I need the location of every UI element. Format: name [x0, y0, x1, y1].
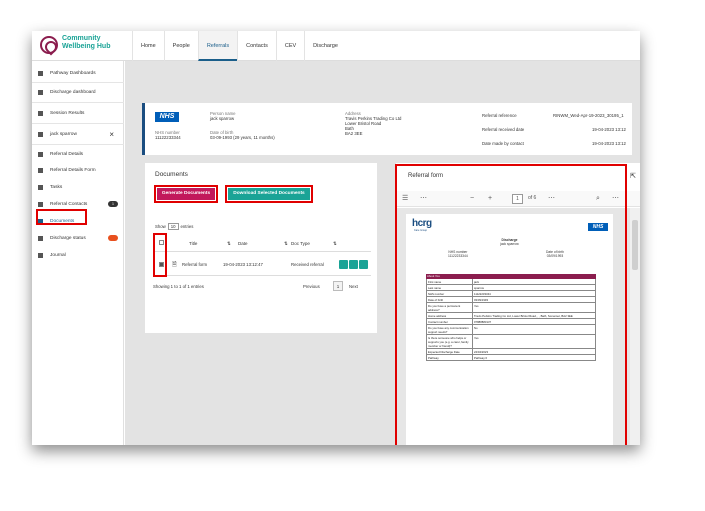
open-external-icon[interactable] [359, 260, 368, 269]
journal-icon [38, 253, 43, 258]
current-page[interactable]: 1 [333, 281, 343, 291]
bed-icon [38, 90, 43, 95]
app-logo[interactable]: Community Wellbeing Hub [40, 34, 134, 60]
documents-highlight [36, 209, 87, 225]
doc-date: 19-04-2023 13:12:47 [223, 262, 263, 267]
pathway-icon [38, 71, 43, 76]
user-file-icon [38, 132, 43, 137]
top-bar: Community Wellbeing Hub Home People Refe… [32, 31, 640, 61]
entries-select[interactable]: 10 [167, 223, 179, 230]
nhs-number: 11122233344 [155, 135, 181, 140]
col-title[interactable]: Title [189, 241, 197, 246]
sidebar-item-referral-details[interactable]: Referral Details [32, 148, 124, 161]
sidebar-item-jack-sparrow[interactable]: jack sparrow × [32, 128, 124, 141]
sidebar-item-discharge-status[interactable]: Discharge status [32, 232, 124, 245]
nhs-logo: NHS [155, 112, 179, 122]
close-icon[interactable]: × [109, 128, 114, 141]
checkbox-highlight [153, 233, 167, 277]
documents-panel: Documents Generate Documents Download Se… [145, 163, 377, 333]
logo-text-line2: Wellbeing Hub [62, 43, 111, 50]
nav-referrals[interactable]: Referrals [197, 31, 238, 61]
doc-title: Referral form [182, 262, 208, 267]
open-external-icon[interactable]: ⇱ [630, 172, 636, 180]
sidebar-item-discharge-dashboard[interactable]: Discharge dashboard [32, 86, 124, 99]
main-content: NHS NHS number 11122233344 Person name jac… [125, 61, 640, 445]
generate-highlight [154, 185, 218, 203]
nav-discharge[interactable]: Discharge [304, 31, 346, 61]
sidebar-item-session-results[interactable]: Session Results [32, 107, 124, 120]
doc-type: Received referral [291, 262, 324, 267]
download-icon[interactable] [349, 260, 358, 269]
document-icon: 🗎 [172, 262, 177, 268]
person-name: jack sparrow [210, 116, 235, 121]
col-doc-type[interactable]: Doc Type [291, 241, 310, 246]
list-icon [38, 185, 43, 190]
sort-icon[interactable]: ⇅ [333, 241, 337, 247]
contact-date: 19-04-2023 13:12 [592, 141, 626, 146]
table-info: Showing 1 to 1 of 1 entries [153, 284, 204, 289]
pdf-scrollbar[interactable] [630, 208, 640, 445]
referral-reference-label: Referral reference [482, 113, 517, 118]
app-window: Community Wellbeing Hub Home People Refe… [32, 31, 640, 445]
folder-icon [38, 168, 43, 173]
search-icon [38, 111, 43, 116]
main-nav: Home People Referrals Contacts CEV Disch… [132, 31, 346, 61]
sidebar-item-referral-details-form[interactable]: Referral Details Form [32, 164, 124, 177]
prev-page[interactable]: Previous [303, 284, 320, 289]
folder-icon [38, 152, 43, 157]
logo-text-line1: Community [62, 35, 101, 42]
nav-cev[interactable]: CEV [275, 31, 304, 61]
next-page[interactable]: Next [349, 284, 358, 289]
sidebar: Pathway Dashboards Discharge dashboard S… [32, 61, 124, 445]
nav-home[interactable]: Home [132, 31, 164, 61]
nav-contacts[interactable]: Contacts [237, 31, 276, 61]
contact-icon [38, 202, 43, 207]
date-of-birth: 03-09-1993 (29 years, 11 months) [210, 135, 275, 140]
heart-logo-icon [40, 36, 58, 54]
sidebar-item-tasks[interactable]: Tasks [32, 181, 124, 194]
referral-reference: RINWM_Wed-Apr-19-2023_30195_1 [553, 113, 624, 118]
status-badge [108, 235, 118, 241]
col-date[interactable]: Date [238, 241, 248, 246]
sort-icon[interactable]: ⇅ [284, 241, 288, 247]
referral-form-highlight [395, 164, 627, 445]
patient-banner: NHS NHS number 11122233344 Person name jac… [142, 103, 632, 155]
download-highlight [225, 185, 313, 203]
scroll-thumb[interactable] [632, 220, 638, 270]
nav-people[interactable]: People [163, 31, 198, 61]
referral-received-date: 19-04-2023 13:12 [592, 127, 626, 132]
sidebar-item-journal[interactable]: Journal [32, 249, 124, 262]
count-badge: 1 [108, 201, 118, 207]
documents-title: Documents [155, 171, 188, 178]
sort-icon[interactable]: ⇅ [227, 241, 231, 247]
bed-icon [38, 236, 43, 241]
sidebar-item-pathway-dashboards[interactable]: Pathway Dashboards [32, 67, 124, 80]
view-icon[interactable] [339, 260, 348, 269]
